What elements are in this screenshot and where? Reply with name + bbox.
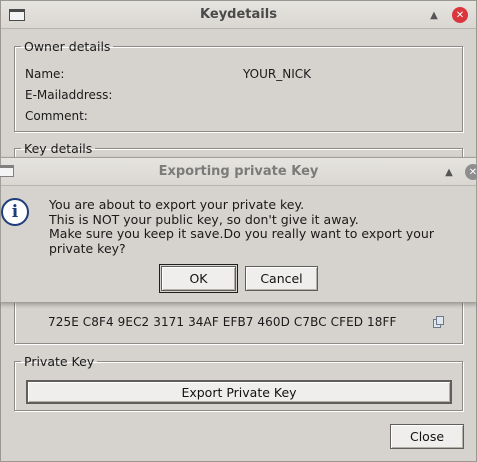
private-key-legend: Private Key [24,354,95,369]
window-title: Keydetails [200,7,277,22]
info-icon: i [1,198,29,226]
fingerprint-value: 725E C8F4 9EC2 3171 34AF EFB7 460D C7BC … [48,315,397,329]
dialog-close-icon[interactable]: ✕ [465,164,477,180]
copy-icon[interactable] [433,316,444,328]
key-details-legend: Key details [24,141,93,156]
close-icon[interactable]: ✕ [452,7,468,23]
cancel-button[interactable]: Cancel [245,266,318,291]
dialog-titlebar[interactable]: Exporting private Key ▲ ✕ [0,158,477,186]
dialog-minimize-icon[interactable]: ▲ [441,164,457,180]
minimize-icon[interactable]: ▲ [426,7,442,23]
owner-details-legend: Owner details [24,39,111,54]
export-private-key-button[interactable]: Export Private Key [26,380,452,404]
dialog-message: You are about to export your private key… [49,197,434,256]
name-value: YOUR_NICK [243,67,312,81]
window-titlebar[interactable]: Keydetails ▲ ✕ [1,1,476,29]
close-button[interactable]: Close [390,424,464,449]
name-label: Name: [25,67,65,81]
ok-button[interactable]: OK [159,264,238,293]
comment-label: Comment: [25,109,88,123]
email-label: E-Mailaddress: [25,88,113,102]
export-confirm-dialog: Exporting private Key ▲ ✕ i You are abou… [0,157,477,303]
dialog-title: Exporting private Key [158,164,319,179]
